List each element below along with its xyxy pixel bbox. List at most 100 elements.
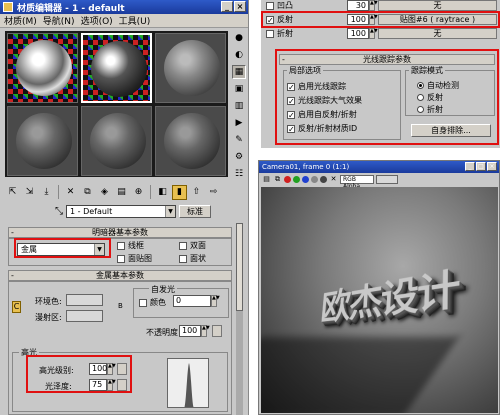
make-unique-icon[interactable]: ◈ (97, 185, 112, 200)
render-minimize-button[interactable]: _ (465, 162, 475, 171)
bump-map-button[interactable]: 无 (378, 0, 497, 11)
two-sided-checkbox[interactable] (179, 241, 187, 250)
exclude-button[interactable]: 自身排除... (411, 124, 491, 137)
background-checker-icon[interactable]: ▦ (232, 65, 246, 79)
blue-channel-icon[interactable] (302, 175, 309, 183)
options-icon[interactable]: ✎ (232, 133, 246, 147)
backlight-icon[interactable]: ◐ (232, 48, 246, 62)
auto-detect-radio[interactable] (417, 82, 424, 89)
material-id-checkbox[interactable] (287, 124, 295, 133)
video-color-check-icon[interactable]: ▥ (232, 99, 246, 113)
lock-ambient-diffuse-button[interactable]: C (12, 301, 21, 313)
close-button[interactable]: × (234, 1, 246, 12)
sample-slot-6[interactable] (155, 106, 226, 176)
enable-raytrace-checkbox[interactable] (287, 82, 295, 91)
pick-material-icon[interactable]: ⤡ (55, 206, 63, 217)
sample-slot-5[interactable] (81, 106, 152, 176)
raytrace-atmospherics-option[interactable]: 光线跟踪大气效果 (287, 95, 362, 106)
raytrace-atmospherics-checkbox[interactable] (287, 96, 295, 105)
go-forward-to-sibling-icon[interactable]: ⇨ (206, 185, 221, 200)
two-sided-option[interactable]: 双面 (179, 240, 206, 251)
trace-mode-reflect[interactable]: 反射 (417, 92, 443, 103)
copy-material-icon[interactable]: ⧉ (80, 185, 95, 200)
refraction-amount-spinner[interactable]: ▲▼ (369, 28, 378, 39)
color-swatch[interactable] (376, 174, 398, 184)
sample-type-sphere-icon[interactable]: ● (232, 31, 246, 45)
put-to-scene-icon[interactable]: ⇲ (22, 185, 37, 200)
sample-slot-3[interactable] (155, 33, 226, 103)
go-to-parent-icon[interactable]: ⇧ (189, 185, 204, 200)
shader-rollout-header[interactable]: - 明暗器基本参数 (8, 227, 232, 238)
refraction-amount-field[interactable]: 100 (347, 28, 369, 39)
sample-slot-4[interactable] (7, 106, 78, 176)
bump-checkbox[interactable] (266, 1, 274, 10)
show-map-in-viewport-icon[interactable]: ◧ (155, 185, 170, 200)
show-end-result-icon[interactable]: ▮ (172, 184, 187, 200)
opacity-map-button[interactable] (212, 325, 222, 337)
self-reflect-refract-option[interactable]: 启用自反射/折射 (287, 109, 357, 120)
reflect-radio[interactable] (417, 94, 424, 101)
opacity-spinner[interactable]: ▲▼ (201, 325, 210, 337)
menu-options[interactable]: 选项(O) (81, 14, 113, 27)
diffuse-map-button[interactable]: B (118, 302, 123, 310)
wire-label: 线框 (128, 241, 144, 250)
self-illum-color-option[interactable]: 颜色 (139, 297, 166, 308)
bump-amount-spinner[interactable]: ▲▼ (369, 0, 378, 11)
menu-navigation[interactable]: 导航(N) (43, 14, 75, 27)
diffuse-color-swatch[interactable] (66, 310, 103, 322)
sample-uv-tiling-icon[interactable]: ▣ (232, 82, 246, 96)
save-image-icon[interactable]: ▤ (262, 175, 271, 184)
faceted-checkbox[interactable] (179, 254, 187, 263)
ambient-color-swatch[interactable] (66, 294, 103, 306)
sample-slot-1[interactable] (7, 33, 78, 103)
metal-rollout-header[interactable]: - 金属基本参数 (8, 270, 232, 281)
trace-mode-auto[interactable]: 自动检测 (417, 80, 459, 91)
self-illum-value-field[interactable]: 0 (173, 295, 211, 307)
assign-to-selection-icon[interactable]: ⤓ (39, 185, 54, 200)
material-id-option[interactable]: 反射/折射材质ID (287, 123, 357, 134)
make-preview-icon[interactable]: ▶ (232, 116, 246, 130)
self-reflect-refract-checkbox[interactable] (287, 110, 295, 119)
green-channel-icon[interactable] (293, 175, 300, 183)
self-illum-color-checkbox[interactable] (139, 298, 147, 307)
get-material-icon[interactable]: ⇱ (5, 185, 20, 200)
refract-radio[interactable] (417, 106, 424, 113)
channel-select[interactable]: RGB Alpha (340, 174, 374, 190)
render-close-button[interactable]: × (487, 162, 497, 171)
bump-amount-field[interactable]: 30 (347, 0, 369, 11)
highlight-curve-svg (184, 363, 194, 407)
clone-window-icon[interactable]: ⧉ (273, 175, 282, 184)
menu-material[interactable]: 材质(M) (4, 14, 37, 27)
enable-raytrace-option[interactable]: 启用光线跟踪 (287, 81, 346, 92)
scrollbar-thumb[interactable] (236, 223, 243, 311)
wire-option[interactable]: 线框 (117, 240, 144, 251)
select-by-material-icon[interactable]: ⚙ (232, 150, 246, 164)
minimize-button[interactable]: _ (221, 1, 233, 12)
face-map-option[interactable]: 面贴图 (117, 253, 152, 264)
faceted-option[interactable]: 面状 (179, 253, 206, 264)
material-name-dropdown[interactable]: 1 - Default ▼ (66, 204, 176, 218)
alpha-channel-icon[interactable] (311, 175, 318, 183)
reflection-row-highlight (261, 11, 500, 28)
refraction-map-button[interactable]: 无 (378, 28, 497, 39)
material-editor-toolbar: ⇱ ⇲ ⤓ ✕ ⧉ ◈ ▤ ⊕ ◧ ▮ ⇧ ⇨ (5, 183, 231, 201)
self-illum-spinner[interactable]: ▲▼ (211, 295, 220, 307)
render-maximize-button[interactable]: □ (476, 162, 486, 171)
sample-slot-2[interactable] (81, 33, 152, 103)
wire-checkbox[interactable] (117, 241, 125, 250)
reset-material-icon[interactable]: ✕ (63, 185, 78, 200)
mono-channel-icon[interactable] (320, 175, 327, 183)
material-editor-scrollbar[interactable] (236, 223, 243, 415)
menu-utilities[interactable]: 工具(U) (119, 14, 151, 27)
refraction-checkbox[interactable] (266, 29, 274, 38)
material-effects-channel-icon[interactable]: ⊕ (131, 185, 146, 200)
put-to-library-icon[interactable]: ▤ (114, 185, 129, 200)
clear-icon[interactable]: ✕ (329, 175, 338, 184)
material-type-button[interactable]: 标准 (179, 204, 211, 218)
material-navigator-icon[interactable]: ☷ (232, 167, 246, 181)
trace-mode-refract[interactable]: 折射 (417, 104, 443, 115)
face-map-checkbox[interactable] (117, 254, 125, 263)
raytrace-params-header[interactable]: - 光线跟踪参数 (279, 54, 495, 65)
opacity-field[interactable]: 100 (179, 325, 201, 337)
red-channel-icon[interactable] (284, 175, 291, 183)
